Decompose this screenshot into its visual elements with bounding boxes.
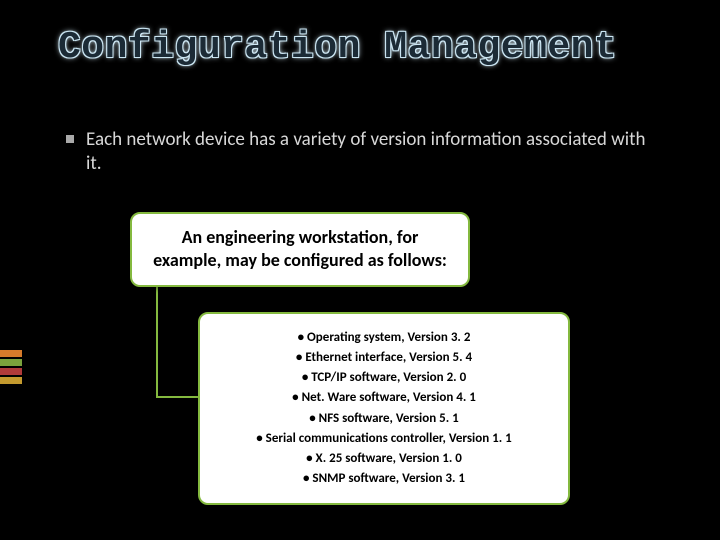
list-item: • NFS software, Version 5. 1: [214, 409, 554, 429]
body-bullet: Each network device has a variety of ver…: [86, 128, 646, 176]
bullet-square-icon: [66, 135, 74, 143]
list-item: • TCP/IP software, Version 2. 0: [214, 368, 554, 388]
accent-bar: [0, 359, 22, 366]
bullet-text: Each network device has a variety of ver…: [86, 128, 645, 175]
accent-bar: [0, 350, 22, 357]
connector-line: [156, 396, 200, 398]
accent-bars: [0, 350, 22, 386]
list-item: • Ethernet interface, Version 5. 4: [214, 348, 554, 368]
list-item: • Operating system, Version 3. 2: [214, 328, 554, 348]
slide-title: Configuration Management: [58, 26, 617, 69]
list-item: • X. 25 software, Version 1. 0: [214, 449, 554, 469]
list-item: • Net. Ware software, Version 4. 1: [214, 388, 554, 408]
callout-box-list: • Operating system, Version 3. 2 • Ether…: [198, 312, 570, 505]
list-item: • Serial communications controller, Vers…: [214, 429, 554, 449]
accent-bar: [0, 377, 22, 384]
connector-line: [156, 280, 158, 398]
list-item: • SNMP software, Version 3. 1: [214, 469, 554, 489]
accent-bar: [0, 368, 22, 375]
callout-box-intro: An engineering workstation, for example,…: [130, 212, 470, 287]
